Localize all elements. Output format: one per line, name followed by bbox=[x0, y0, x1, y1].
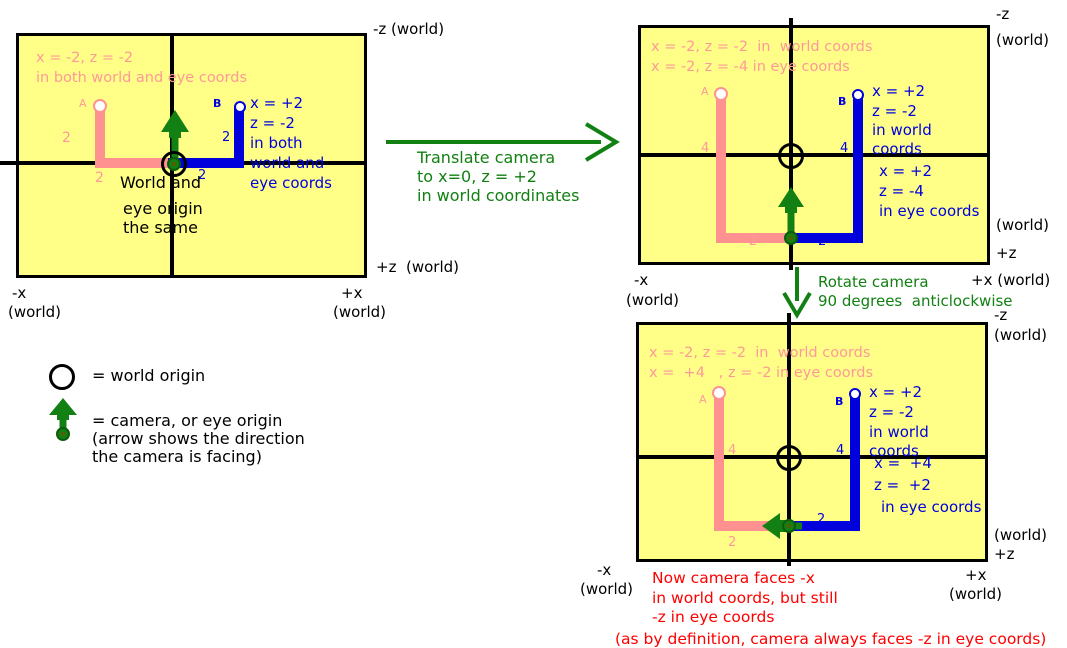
panel2-blue-note-line1: x = +2 bbox=[872, 82, 926, 100]
panel3-blue-note2-line3: in eye coords bbox=[881, 498, 982, 516]
panel1-axis-plus-x-label-line2: (world) bbox=[333, 303, 387, 321]
legend-world-origin-label: = world origin bbox=[92, 366, 206, 385]
panel2-axis-minus-z-label-line2: (world) bbox=[996, 31, 1050, 49]
panel3-red-note-line1: Now camera faces -x bbox=[652, 569, 815, 587]
panel2-axis-plus-z-label-line2: +z bbox=[996, 244, 1017, 262]
panel3-camera-origin-dot bbox=[782, 519, 796, 533]
diagram-canvas: x = -2, z = -2 in both world and eye coo… bbox=[0, 0, 1067, 648]
panel1-blue-vertical bbox=[234, 106, 244, 164]
panel2-axis-minus-x-label-line1: -x bbox=[634, 271, 649, 289]
panel3-axis-plus-x-label-line2: (world) bbox=[949, 585, 1003, 603]
panel2-blue-length-vertical: 4 bbox=[840, 141, 849, 156]
panel2-pink-length-horizontal: 2 bbox=[749, 234, 758, 249]
panel1-camera-origin-dot bbox=[167, 157, 181, 171]
panel3-red-note-line3: -z in eye coords bbox=[652, 608, 775, 626]
panel2-pink-note-line2: x = -2, z = -4 in eye coords bbox=[651, 59, 850, 75]
panel2-pink-vertical bbox=[716, 93, 726, 239]
panel1-pink-vertical bbox=[95, 106, 105, 164]
panel3-point-a-dot bbox=[712, 386, 726, 400]
panel2-blue-vertical bbox=[853, 93, 863, 239]
panel1-pink-note-line2: in both world and eye coords bbox=[36, 70, 248, 86]
legend-world-origin-icon bbox=[49, 364, 75, 390]
panel2-blue-note2-line1: x = +2 bbox=[879, 162, 933, 180]
panel1-blue-note-line2: z = -2 bbox=[250, 114, 295, 132]
panel2-label-a: A bbox=[701, 85, 709, 98]
panel3-x-axis bbox=[636, 455, 988, 459]
panel3-axis-minus-z-label-line1: -z bbox=[994, 306, 1008, 324]
panel3-point-b-dot bbox=[849, 388, 861, 400]
panel1-origin-note-line3: the same bbox=[123, 218, 198, 237]
panel2-blue-note-line2: z = -2 bbox=[872, 102, 917, 120]
panel3-pink-length-horizontal: 2 bbox=[728, 535, 737, 550]
panel3-blue-length-vertical: 4 bbox=[836, 443, 845, 458]
translate-label-line2: to x=0, z = +2 bbox=[417, 167, 537, 186]
panel3-red-note-line2: in world coords, but still bbox=[652, 589, 838, 607]
panel3-axis-plus-z-label-line1: (world) bbox=[994, 526, 1048, 544]
panel3-blue-note-line2: z = -2 bbox=[869, 403, 914, 421]
panel2-blue-note2-line3: in eye coords bbox=[879, 202, 980, 220]
panel1-pink-note-line1: x = -2, z = -2 bbox=[36, 50, 134, 66]
panel1-point-a-dot bbox=[93, 99, 107, 113]
panel3-pink-length-vertical: 4 bbox=[728, 443, 737, 458]
panel2-blue-length-horizontal: 2 bbox=[818, 234, 827, 249]
legend-camera-origin-dot bbox=[56, 427, 70, 441]
panel3-axis-plus-x-label-line1: +x bbox=[965, 566, 987, 584]
panel1-axis-plus-x-label-line1: +x bbox=[341, 284, 363, 302]
panel3-blue-note-line3: in world bbox=[869, 423, 929, 441]
panel1-blue-note-line5: eye coords bbox=[250, 174, 332, 192]
panel2-point-a-dot bbox=[714, 87, 728, 101]
panel1-pink-length-vertical: 2 bbox=[62, 130, 71, 146]
panel2-axis-plus-z-label-line1: (world) bbox=[996, 216, 1050, 234]
panel3-blue-length-horizontal: 2 bbox=[817, 512, 826, 527]
panel1-label-b: B bbox=[213, 97, 222, 110]
panel2-x-axis bbox=[638, 153, 990, 157]
panel3-blue-note2-line2: z = +2 bbox=[874, 476, 931, 494]
legend-camera-label-line3: the camera is facing) bbox=[92, 447, 262, 466]
panel1-blue-note-line4: world and bbox=[250, 154, 325, 172]
panel1-origin-note-line1: World and bbox=[120, 173, 202, 192]
panel3-label-a: A bbox=[699, 393, 707, 406]
panel2-blue-note-line3: in world bbox=[872, 121, 932, 139]
panel1-axis-minus-x-label-line1: -x bbox=[12, 284, 27, 302]
panel3-axis-minus-x-label-line1: -x bbox=[597, 561, 612, 579]
panel2-point-b-dot bbox=[852, 89, 864, 101]
panel2-pink-note-line1: x = -2, z = -2 in world coords bbox=[651, 39, 873, 55]
panel1-axis-minus-z-label: -z (world) bbox=[373, 20, 445, 38]
panel3-axis-minus-z-label-line2: (world) bbox=[994, 326, 1048, 344]
panel1-axis-minus-x-label-line2: (world) bbox=[8, 303, 62, 321]
panel2-pink-length-vertical: 4 bbox=[701, 141, 710, 156]
panel3-blue-note2-line1: x = +4 bbox=[874, 454, 932, 472]
panel2-axis-minus-z-label-line1: -z bbox=[996, 5, 1010, 23]
panel2-camera-origin-dot bbox=[784, 231, 798, 245]
panel2-blue-note-line4: coords bbox=[872, 140, 922, 158]
panel1-blue-note-line3: in both bbox=[250, 134, 303, 152]
panel1-blue-note-line1: x = +2 bbox=[250, 94, 304, 112]
panel3-pink-note-line1: x = -2, z = -2 in world coords bbox=[649, 345, 871, 361]
panel1-axis-plus-z-label: +z (world) bbox=[376, 258, 459, 276]
panel2-axis-minus-x-label-line2: (world) bbox=[626, 291, 680, 309]
rotate-label-line1: Rotate camera bbox=[818, 273, 929, 291]
panel3-world-origin-marker bbox=[776, 445, 802, 471]
panel1-origin-note-line2: eye origin bbox=[123, 199, 203, 218]
panel3-blue-vertical bbox=[850, 392, 860, 529]
panel1-point-b-dot bbox=[234, 101, 246, 113]
panel3-axis-minus-x-label-line2: (world) bbox=[580, 580, 634, 598]
panel2-axis-plus-x-label: +x (world) bbox=[971, 271, 1051, 289]
panel1-pink-length-horizontal: 2 bbox=[95, 170, 104, 186]
rotate-arrow-icon bbox=[782, 267, 812, 319]
panel3-blue-note-line1: x = +2 bbox=[869, 383, 923, 401]
panel2-blue-note2-line2: z = -4 bbox=[879, 182, 924, 200]
panel3-label-b: B bbox=[835, 395, 844, 408]
panel3-pink-note-line2: x = +4 , z = -2 in eye coords bbox=[649, 365, 874, 381]
panel1-label-a: A bbox=[79, 97, 87, 110]
translate-label-line3: in world coordinates bbox=[417, 186, 580, 205]
panel1-blue-length-vertical: 2 bbox=[222, 130, 231, 145]
panel3-axis-plus-z-label-line2: +z bbox=[994, 545, 1015, 563]
rotate-label-line2: 90 degrees anticlockwise bbox=[818, 292, 1013, 310]
panel3-red-note-line4: (as by definition, camera always faces -… bbox=[615, 630, 1047, 648]
panel3-pink-vertical bbox=[714, 392, 724, 529]
translate-label-line1: Translate camera bbox=[417, 148, 556, 167]
panel2-label-b: B bbox=[838, 95, 847, 108]
panel2-world-origin-marker bbox=[778, 143, 804, 169]
